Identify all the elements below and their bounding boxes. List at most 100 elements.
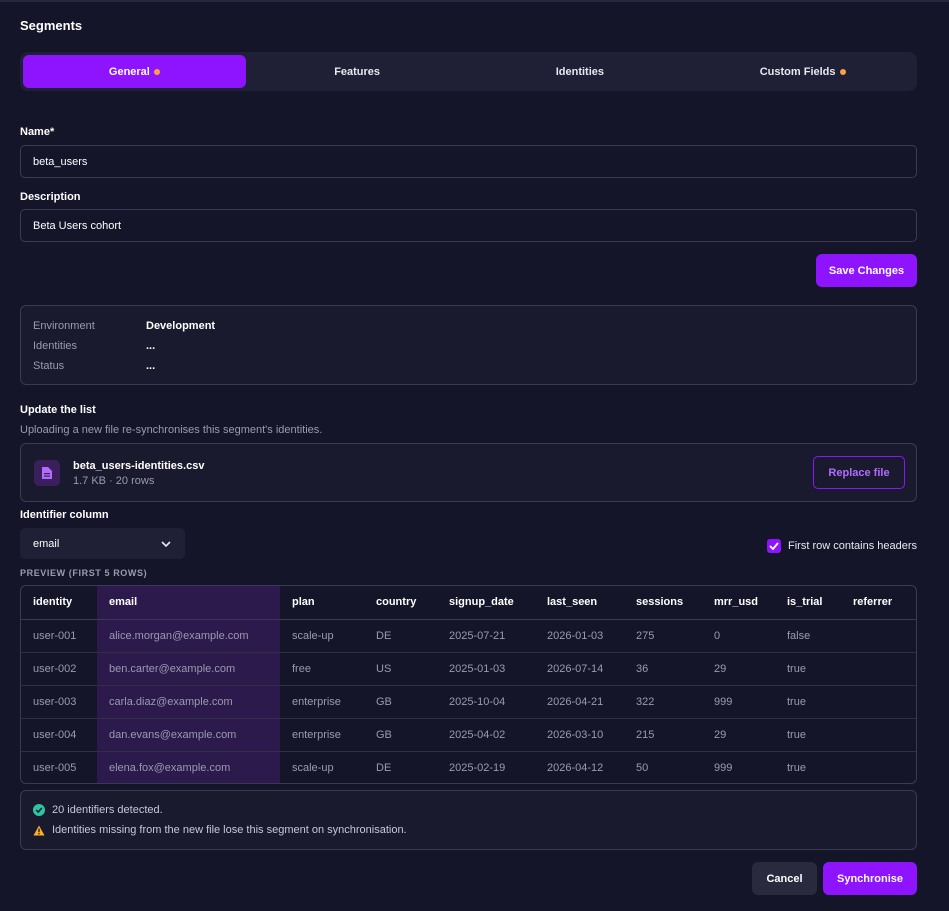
column-header: signup_date xyxy=(437,586,535,620)
table-cell: 2026-04-21 xyxy=(535,684,624,718)
table-cell: true xyxy=(775,717,841,751)
table-cell: scale-up xyxy=(292,629,334,642)
table-cell: user-004 xyxy=(21,717,97,751)
table-row: user-002 ben.carter@example.com free US … xyxy=(21,651,916,685)
column-header: is_trial xyxy=(775,586,841,620)
table-cell: US xyxy=(364,651,437,685)
name-value: beta_users xyxy=(33,155,88,168)
table-cell: user-005 xyxy=(21,750,97,783)
description-value: Beta Users cohort xyxy=(33,219,122,232)
headers-checkbox[interactable] xyxy=(767,539,781,553)
table-cell: alice.morgan@example.com xyxy=(97,619,280,652)
synchronise-button[interactable]: Synchronise xyxy=(823,862,917,895)
table-cell: 2026-04-12 xyxy=(535,750,624,783)
table-row: user-001 alice.morgan@example.com scale-… xyxy=(21,619,916,652)
environment-value: Development xyxy=(146,320,216,332)
table-cell: dan.evans@example.com xyxy=(97,717,280,751)
success-text: 20 identifiers detected. xyxy=(52,804,163,816)
table-cell: GB xyxy=(364,684,437,718)
table-cell: 2025-02-19 xyxy=(437,750,535,783)
tab-label: Features xyxy=(334,65,381,78)
table-cell xyxy=(841,750,916,783)
tab-features[interactable]: Features xyxy=(246,55,469,88)
column-header: last_seen xyxy=(535,586,624,620)
table-cell: 2025-10-04 xyxy=(437,684,535,718)
preview-label: PREVIEW (FIRST 5 ROWS) xyxy=(20,568,148,578)
identifier-column-label: Identifier column xyxy=(20,509,109,521)
table-cell: 2026-03-10 xyxy=(535,717,624,751)
identifier-column-select[interactable]: email xyxy=(20,528,185,559)
table-cell: scale-up xyxy=(280,750,364,783)
table-row: user-005 elena.fox@example.com scale-up … xyxy=(21,750,916,783)
table-cell: false xyxy=(787,629,811,642)
table-cell: 215 xyxy=(624,717,702,751)
top-divider xyxy=(0,0,949,2)
table-cell: enterprise xyxy=(280,684,364,718)
table-cell: enterprise xyxy=(280,717,364,751)
status-label: Status xyxy=(33,360,65,372)
headers-checkbox-label: First row contains headers xyxy=(788,540,917,552)
validation-messages: 20 identifiers detected. Identities miss… xyxy=(20,790,917,850)
table-cell: true xyxy=(775,750,841,783)
table-cell xyxy=(841,684,916,718)
table-cell: 2025-07-21 xyxy=(449,629,506,642)
headers-checkbox-row[interactable]: First row contains headers xyxy=(767,539,917,553)
table-cell: elena.fox@example.com xyxy=(97,750,280,783)
table-cell: user-002 xyxy=(21,651,97,685)
identities-label: Identities xyxy=(33,340,78,352)
table-cell: 29 xyxy=(702,651,775,685)
unsaved-dot-icon xyxy=(153,68,160,75)
table-cell xyxy=(841,619,916,652)
table-cell: 2025-04-02 xyxy=(437,717,535,751)
segment-tabs: General Features Identities Custom Field… xyxy=(20,52,917,91)
table-row: user-003 carla.diaz@example.com enterpri… xyxy=(21,684,916,718)
table-cell: free xyxy=(280,651,364,685)
save-changes-button[interactable]: Save Changes xyxy=(816,254,917,287)
column-header: identity xyxy=(21,586,97,620)
replace-file-button[interactable]: Replace file xyxy=(813,456,905,489)
preview-table: identity email plan country signup_date … xyxy=(20,585,917,784)
column-header: plan xyxy=(280,586,364,620)
table-cell: 29 xyxy=(702,717,775,751)
table-cell xyxy=(841,651,916,685)
table-cell: true xyxy=(775,684,841,718)
table-cell xyxy=(841,717,916,751)
file-meta: 1.7 KB · 20 rows xyxy=(73,475,155,487)
table-cell: DE xyxy=(364,750,437,783)
warning-message: Identities missing from the new file los… xyxy=(33,824,407,836)
page-title: Segments xyxy=(20,18,83,33)
update-title: Update the list xyxy=(20,404,96,416)
table-cell: 999 xyxy=(702,750,775,783)
tab-general[interactable]: General xyxy=(23,55,246,88)
description-input[interactable]: Beta Users cohort xyxy=(20,209,917,242)
column-header-selected: email xyxy=(97,586,280,620)
update-subtitle: Uploading a new file re-synchronises thi… xyxy=(20,424,323,436)
success-message: 20 identifiers detected. xyxy=(33,804,163,816)
tab-custom-fields[interactable]: Custom Fields xyxy=(691,55,914,88)
unsaved-dot-icon xyxy=(839,68,846,75)
cancel-button[interactable]: Cancel xyxy=(752,862,817,895)
check-icon xyxy=(769,542,779,550)
column-header: referrer xyxy=(841,586,916,620)
column-header: mrr_usd xyxy=(702,586,775,620)
identities-value: ... xyxy=(146,340,156,352)
table-cell: user-001 xyxy=(33,629,77,642)
table-cell: GB xyxy=(364,717,437,751)
tab-label: Custom Fields xyxy=(759,65,836,78)
table-cell: 36 xyxy=(624,651,702,685)
name-input[interactable]: beta_users xyxy=(20,145,917,178)
warning-text: Identities missing from the new file los… xyxy=(52,824,407,836)
segment-info-panel: Environment Development Identities ... S… xyxy=(20,305,917,385)
name-label: Name* xyxy=(20,126,55,138)
check-circle-icon xyxy=(33,804,45,816)
table-cell: DE xyxy=(376,629,392,642)
tab-label: General xyxy=(108,65,150,78)
table-cell: 999 xyxy=(702,684,775,718)
table-cell: ben.carter@example.com xyxy=(97,651,280,685)
table-cell: 50 xyxy=(624,750,702,783)
file-card: beta_users-identities.csv 1.7 KB · 20 ro… xyxy=(20,443,917,502)
environment-label: Environment xyxy=(33,320,95,332)
table-row: user-004 dan.evans@example.com enterpris… xyxy=(21,717,916,751)
warning-icon xyxy=(33,825,45,835)
tab-identities[interactable]: Identities xyxy=(469,55,692,88)
